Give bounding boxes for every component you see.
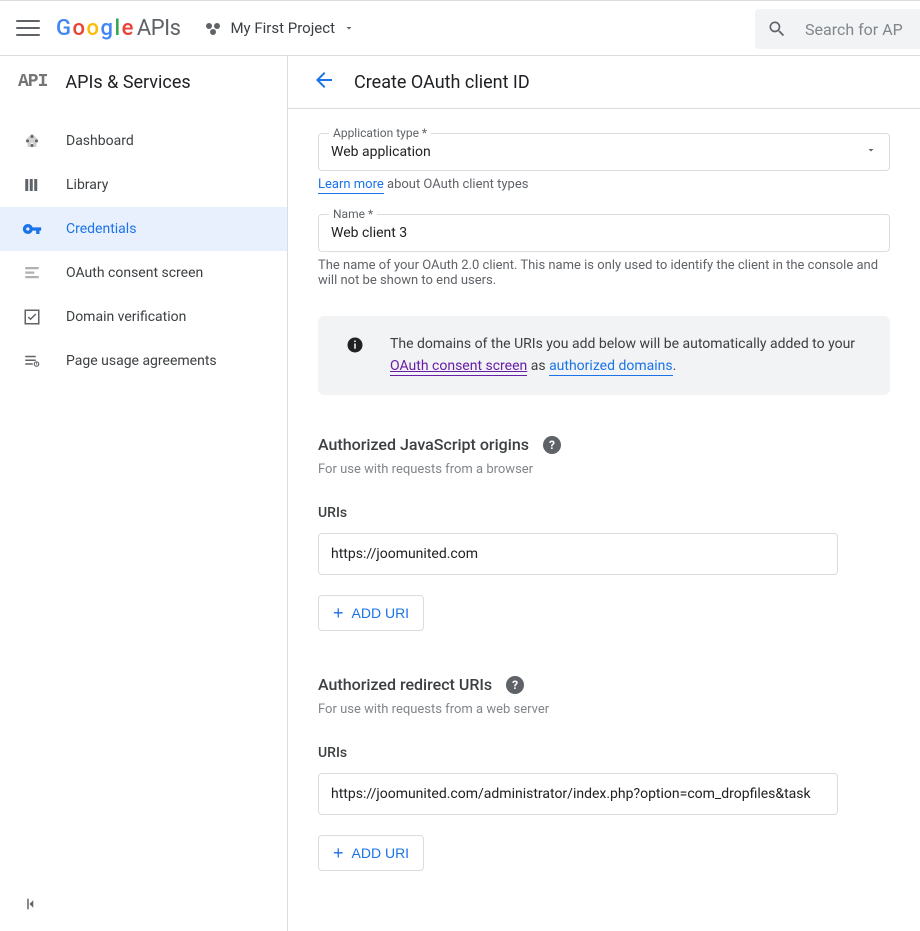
project-picker[interactable]: My First Project xyxy=(204,19,355,37)
sidebar-item-label: Domain verification xyxy=(66,309,186,325)
agreement-icon xyxy=(22,351,42,371)
sidebar-item-page-usage[interactable]: Page usage agreements xyxy=(0,339,287,383)
js-origins-uris-label: URIs xyxy=(318,505,890,521)
sidebar-item-label: Library xyxy=(66,177,108,193)
js-origins-subtext: For use with requests from a browser xyxy=(318,462,890,477)
info-banner: The domains of the URIs you add below wi… xyxy=(318,316,890,395)
sidebar-item-domain-verification[interactable]: Domain verification xyxy=(0,295,287,339)
sidebar-item-label: Page usage agreements xyxy=(66,353,217,369)
check-icon xyxy=(22,307,42,327)
application-type-select[interactable]: Application type * Web application xyxy=(318,133,890,171)
sidebar-item-dashboard[interactable]: Dashboard xyxy=(0,119,287,163)
redirect-uris-label: URIs xyxy=(318,745,890,761)
learn-more-link[interactable]: Learn more xyxy=(318,177,384,194)
dashboard-icon xyxy=(22,131,42,151)
project-icon xyxy=(204,19,222,37)
redirect-uris-subtext: For use with requests from a web server xyxy=(318,702,890,717)
sidebar-item-oauth-consent[interactable]: OAuth consent screen xyxy=(0,251,287,295)
oauth-consent-link[interactable]: OAuth consent screen xyxy=(390,358,527,376)
app-type-label: Application type * xyxy=(329,126,431,140)
chevron-down-icon xyxy=(343,22,355,34)
add-js-origin-button[interactable]: + ADD URI xyxy=(318,595,424,631)
search-icon xyxy=(767,19,787,39)
sidebar-item-credentials[interactable]: Credentials xyxy=(0,207,287,251)
plus-icon: + xyxy=(333,844,344,862)
app-type-helper: Learn more about OAuth client types xyxy=(318,177,890,192)
plus-icon: + xyxy=(333,604,344,622)
app-type-value: Web application xyxy=(331,144,431,160)
js-origins-title: Authorized JavaScript origins ? xyxy=(318,435,890,454)
page-title: Create OAuth client ID xyxy=(354,72,530,93)
js-origin-uri-field xyxy=(318,533,838,575)
consent-icon xyxy=(22,263,42,283)
name-input[interactable] xyxy=(331,225,877,241)
redirect-uri-field xyxy=(318,773,838,815)
name-field-wrapper: Name * xyxy=(318,214,890,252)
help-icon[interactable]: ? xyxy=(506,676,524,694)
key-icon xyxy=(22,219,42,239)
redirect-uri-input[interactable] xyxy=(331,786,825,802)
back-button[interactable] xyxy=(312,68,336,96)
name-helper: The name of your OAuth 2.0 client. This … xyxy=(318,258,890,288)
library-icon xyxy=(22,175,42,195)
sidebar-item-library[interactable]: Library xyxy=(0,163,287,207)
sidebar-item-label: OAuth consent screen xyxy=(66,265,203,281)
info-icon xyxy=(346,336,364,354)
collapse-sidebar-button[interactable] xyxy=(22,895,40,917)
sidebar-item-label: Dashboard xyxy=(66,133,134,149)
logo-suffix: APIs xyxy=(137,16,181,41)
sidebar-item-label: Credentials xyxy=(66,221,136,237)
search-input[interactable]: Search for AP xyxy=(755,9,920,49)
api-logo-icon: API xyxy=(18,72,47,92)
authorized-domains-link[interactable]: authorized domains xyxy=(549,358,673,376)
sidebar-title: APIs & Services xyxy=(65,72,190,93)
sidebar-header: API APIs & Services xyxy=(0,56,287,109)
redirect-uris-title: Authorized redirect URIs ? xyxy=(318,675,890,694)
name-label: Name * xyxy=(329,207,377,221)
search-placeholder: Search for AP xyxy=(805,20,903,39)
add-redirect-uri-button[interactable]: + ADD URI xyxy=(318,835,424,871)
help-icon[interactable]: ? xyxy=(543,436,561,454)
project-name: My First Project xyxy=(230,19,335,37)
chevron-down-icon xyxy=(865,144,877,160)
menu-button[interactable] xyxy=(16,16,40,40)
google-apis-logo: Google APIs xyxy=(56,16,180,41)
js-origin-uri-input[interactable] xyxy=(331,546,825,562)
